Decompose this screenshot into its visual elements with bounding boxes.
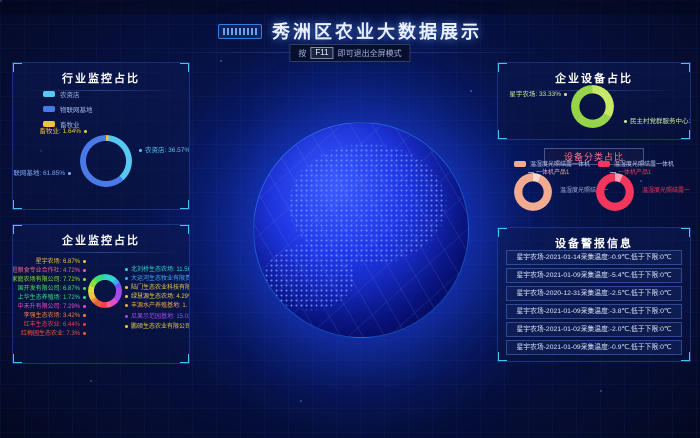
legend-item[interactable]: 农资店 <box>43 89 93 99</box>
slice-label: 物联网基地: 61.85% <box>12 167 71 177</box>
category-donut-right[interactable] <box>596 173 634 211</box>
hint-suffix: 即可退出全屏模式 <box>338 48 402 59</box>
legend-label: 农资店 <box>60 89 80 99</box>
category-donut-left[interactable] <box>514 173 552 211</box>
slice-label: 瓜果示范园基地: 15.02% <box>125 311 190 320</box>
slice-label: 家庭农场有限公司: 7.72% <box>12 274 86 283</box>
enterprise-donut-chart[interactable] <box>88 274 122 308</box>
category-side-label-right: 温湿度光照结露一 <box>642 185 690 194</box>
page-title: 秀洲区农业大数据展示 <box>272 18 482 44</box>
slice-label: 大运河生态牧业有限责任公 <box>125 273 190 282</box>
alarm-row: 星宇农场-2021-01-02采集温度:-2.0℃,低于下限:0℃ <box>506 322 682 337</box>
panel-title: 企业监控占比 <box>13 225 189 248</box>
globe-continent-dots-2 <box>254 123 468 337</box>
legend-swatch <box>43 91 55 97</box>
slice-label: 绿慧源生态农场: 4.29% <box>125 291 190 300</box>
fullscreen-hint: 按 F11 即可退出全屏模式 <box>289 44 410 62</box>
slice-label: 鹏硕生态农业有限公司: 6.87% <box>125 321 190 330</box>
f11-key-badge: F11 <box>310 47 333 59</box>
slice-label: 红梅园生态农业: 7.3% <box>21 328 86 337</box>
slice-label: 红超粮食专业合作社: 4.72% <box>12 265 86 274</box>
slice-label: 北刘桥生态农场: 11.56% <box>125 264 190 273</box>
alarm-row: 星宇农场-2021-01-09采集温度:-3.8℃,低于下限:0℃ <box>506 304 682 319</box>
slice-label: 上华生态养殖场: 1.72% <box>18 292 86 301</box>
legend-item[interactable]: 物联网基地 <box>43 104 93 114</box>
slice-label: 丰源水产养殖基地: 1. <box>125 300 187 309</box>
top-band <box>0 0 700 14</box>
panel-title: 企业设备占比 <box>498 63 690 86</box>
device-ratio-donut-chart[interactable] <box>571 85 614 128</box>
brand-logo <box>218 24 262 39</box>
alarm-row: 星宇农场-2021-01-09采集温度:-0.9℃,低于下限:0℃ <box>506 340 682 355</box>
alarm-row: 星宇农场-2020-12-31采集温度:-2.5℃,低于下限:0℃ <box>506 286 682 301</box>
slice-label: 星宇农场: 33.33% <box>509 88 567 98</box>
panel-device-category: 设备分类占比 温湿度光照结露一体机 一体机产品1 温湿度光照结露一 温湿度光照结… <box>497 142 691 226</box>
panel-device-alarms: 设备警报信息 星宇农场-2021-01-14采集温度:-0.9℃,低于下限:0℃… <box>497 227 691 362</box>
slice-label: 国开发有限公司: 6.87% <box>18 283 86 292</box>
legend-swatch <box>598 161 610 167</box>
slice-label: 红丰生态农业: 6.44% <box>24 319 86 328</box>
slice-label: 畜牧业: 1.64% <box>39 125 87 135</box>
header: 秀洲区农业大数据展示 <box>0 18 700 44</box>
hint-prefix: 按 <box>298 48 306 59</box>
industry-donut-chart[interactable] <box>80 135 132 187</box>
panel-device-ratio: 企业设备占比 星宇农场: 33.33% 民主村党群服务中心: <box>497 62 691 140</box>
alarm-row: 星宇农场-2021-01-14采集温度:-0.9℃,低于下限:0℃ <box>506 250 682 265</box>
slice-label: 农资店: 36.57% <box>139 144 190 154</box>
slice-label: 李强生态农场: 3.42% <box>24 310 86 319</box>
alarm-row: 星宇农场-2021-01-09采集温度:-5.4℃,低于下限:0℃ <box>506 268 682 283</box>
slice-label: 陆门生态农业科技有限公 <box>125 282 190 291</box>
panel-industry-monitor: 行业监控占比 农资店 物联网基地 畜牧业 畜牧业: 1.64% 农资店: 36.… <box>12 62 190 210</box>
panel-enterprise-monitor: 企业监控占比 星宇农场: 6.87% 红超粮食专业合作社: 4.72% 家庭农场… <box>12 224 190 364</box>
slice-label: 中禾升有限公司: 7.29% <box>18 301 86 310</box>
legend-label: 物联网基地 <box>60 104 93 114</box>
world-globe <box>253 122 469 338</box>
panel-title: 设备警报信息 <box>498 228 690 251</box>
dashboard: 秀洲区农业大数据展示 按 F11 即可退出全屏模式 行业监控占比 农资店 物联网… <box>0 0 700 438</box>
legend-swatch <box>43 106 55 112</box>
slice-label: 民主村党群服务中心: <box>624 115 690 125</box>
panel-title: 行业监控占比 <box>13 63 189 86</box>
legend-swatch <box>514 161 526 167</box>
slice-label: 星宇农场: 6.87% <box>36 256 86 265</box>
